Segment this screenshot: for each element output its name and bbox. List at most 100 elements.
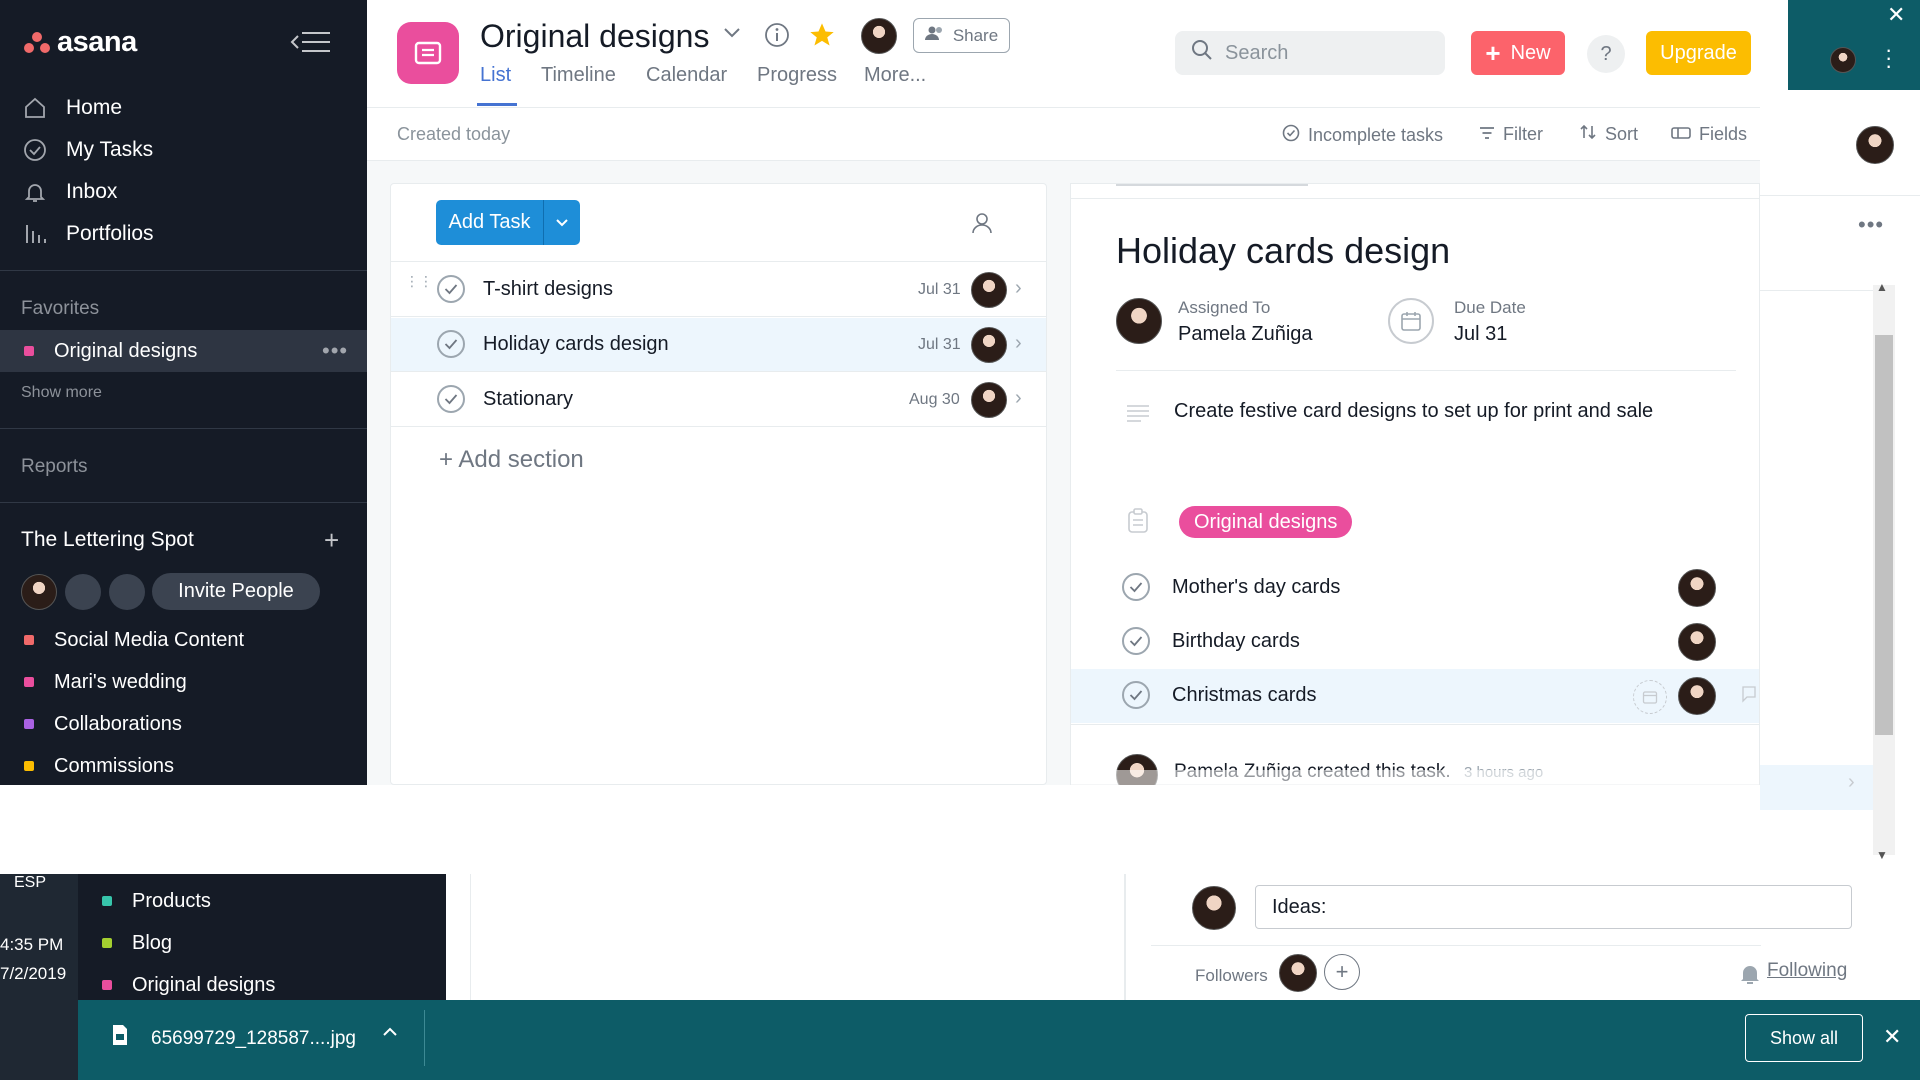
task-row[interactable]: ⋮⋮ T-shirt designs Jul 31 › (391, 263, 1046, 317)
download-filename[interactable]: 65699729_128587....jpg (151, 1028, 356, 1050)
upgrade-button[interactable]: Upgrade (1646, 31, 1751, 75)
subtask-name[interactable]: Birthday cards (1172, 630, 1300, 653)
sidebar-project-social-media[interactable]: Social Media Content (24, 625, 244, 655)
collapse-sidebar-icon[interactable] (290, 29, 330, 55)
nav-inbox[interactable]: Inbox (22, 177, 117, 207)
nav-home[interactable]: Home (22, 93, 122, 123)
task-complete-checkbox[interactable] (437, 330, 465, 358)
task-due-date[interactable]: Jul 31 (918, 336, 961, 354)
subtask-assignee-avatar[interactable] (1678, 677, 1716, 715)
add-task-button[interactable]: Add Task (436, 200, 543, 245)
task-name[interactable]: Holiday cards design (483, 333, 669, 356)
assignee-filter-icon[interactable] (971, 211, 993, 240)
subtask-checkbox[interactable] (1122, 627, 1150, 655)
team-member-avatar[interactable] (21, 574, 57, 610)
sidebar-project-collaborations[interactable]: Collaborations (24, 709, 182, 739)
task-name[interactable]: T-shirt designs (483, 278, 613, 301)
tab-calendar[interactable]: Calendar (646, 64, 727, 87)
calendar-icon[interactable] (1388, 298, 1434, 344)
page-title[interactable]: Original designs (480, 18, 709, 55)
add-follower-icon[interactable]: + (1324, 954, 1360, 990)
taskbar-time[interactable]: 4:35 PM (0, 935, 63, 955)
team-name[interactable]: The Lettering Spot (21, 528, 194, 552)
drag-handle-icon[interactable]: ⋮⋮ (405, 274, 433, 288)
new-button[interactable]: + New (1471, 31, 1565, 75)
star-icon[interactable] (808, 21, 836, 54)
language-indicator[interactable]: ESP (14, 874, 46, 892)
chevron-right-icon[interactable]: › (1015, 332, 1022, 355)
tab-timeline[interactable]: Timeline (541, 64, 616, 87)
task-description[interactable]: Create festive card designs to set up fo… (1174, 400, 1653, 423)
info-icon[interactable] (764, 22, 790, 53)
incomplete-tasks-filter[interactable]: Incomplete tasks (1282, 124, 1443, 147)
tab-list[interactable]: List (480, 64, 511, 87)
favorite-project-row[interactable]: Original designs ••• (0, 330, 367, 372)
task-row-selected[interactable]: Holiday cards design Jul 31 › (391, 318, 1046, 372)
follower-avatar[interactable] (1279, 954, 1317, 992)
comment-bubble-icon[interactable] (1741, 685, 1757, 708)
chevron-up-icon[interactable] (382, 1025, 398, 1043)
assignee-avatar[interactable] (971, 272, 1007, 308)
subtask-row-hovered[interactable]: Christmas cards (1071, 669, 1759, 723)
following-toggle[interactable]: Following (1767, 960, 1847, 982)
sidebar-project-products[interactable]: Products (102, 886, 211, 916)
invite-people-button[interactable]: Invite People (152, 573, 320, 610)
assignee-avatar[interactable] (971, 327, 1007, 363)
project-owner-avatar[interactable] (861, 18, 897, 54)
subtask-name[interactable]: Mother's day cards (1172, 576, 1340, 599)
task-row[interactable]: Stationary Aug 30 › (391, 373, 1046, 427)
asana-logo[interactable]: asana (24, 26, 137, 59)
search-input[interactable]: Search (1175, 31, 1445, 75)
close-icon[interactable]: ✕ (1887, 2, 1905, 28)
user-avatar[interactable] (1856, 126, 1894, 164)
subtask-name[interactable]: Christmas cards (1172, 684, 1316, 707)
tab-progress[interactable]: Progress (757, 64, 837, 87)
assignee-name[interactable]: Pamela Zuñiga (1178, 323, 1313, 346)
share-button[interactable]: Share (913, 18, 1010, 53)
comment-input[interactable]: Ideas: (1255, 885, 1852, 929)
due-date-value[interactable]: Jul 31 (1454, 323, 1507, 346)
add-task-dropdown[interactable] (543, 200, 580, 245)
more-vertical-icon[interactable]: · · · (1885, 39, 1892, 77)
favorite-project-item[interactable]: Original designs (24, 336, 197, 366)
assignee-avatar[interactable] (971, 382, 1007, 418)
subtask-assignee-avatar[interactable] (1678, 569, 1716, 607)
fields-button[interactable]: Fields (1671, 124, 1747, 145)
sidebar-project-commissions[interactable]: Commissions (24, 751, 174, 781)
task-due-date[interactable]: Aug 30 (909, 391, 960, 409)
reports-link[interactable]: Reports (21, 456, 88, 478)
subtask-row[interactable]: Birthday cards (1071, 615, 1759, 669)
task-due-date[interactable]: Jul 31 (918, 281, 961, 299)
scroll-down-arrow-icon[interactable]: ▼ (1876, 848, 1888, 862)
sidebar-project-blog[interactable]: Blog (102, 928, 172, 958)
nav-portfolios[interactable]: Portfolios (22, 219, 154, 249)
chevron-right-icon[interactable]: › (1015, 277, 1022, 300)
filter-button[interactable]: Filter (1479, 124, 1543, 145)
subtask-assignee-avatar[interactable] (1678, 623, 1716, 661)
assignee-avatar[interactable] (1116, 298, 1162, 344)
task-complete-checkbox[interactable] (437, 275, 465, 303)
subtask-row[interactable]: Mother's day cards (1071, 561, 1759, 615)
bell-icon[interactable] (1739, 962, 1761, 991)
help-button[interactable]: ? (1587, 35, 1625, 73)
taskbar-date[interactable]: 7/2/2019 (0, 964, 66, 984)
add-section-button[interactable]: + Add section (439, 446, 584, 474)
show-more-link[interactable]: Show more (21, 384, 102, 402)
subtask-due-date-icon[interactable] (1633, 680, 1667, 714)
profile-avatar[interactable] (1830, 47, 1856, 73)
chevron-right-icon[interactable]: › (1848, 771, 1855, 794)
sidebar-project-original-designs[interactable]: Original designs (102, 970, 275, 1000)
task-complete-checkbox[interactable] (437, 385, 465, 413)
task-name[interactable]: Stationary (483, 388, 573, 411)
more-options-icon[interactable]: ••• (322, 338, 348, 364)
nav-my-tasks[interactable]: My Tasks (22, 135, 153, 165)
project-tag[interactable]: Original designs (1179, 506, 1353, 538)
more-options-icon[interactable]: ••• (1858, 212, 1884, 238)
scroll-up-arrow-icon[interactable]: ▲ (1876, 280, 1888, 294)
subtask-checkbox[interactable] (1122, 681, 1150, 709)
sidebar-project-maris-wedding[interactable]: Mari's wedding (24, 667, 187, 697)
subtask-checkbox[interactable] (1122, 573, 1150, 601)
show-all-button[interactable]: Show all (1745, 1014, 1863, 1062)
close-icon[interactable]: ✕ (1883, 1024, 1901, 1050)
add-team-project-icon[interactable]: + (324, 525, 339, 556)
